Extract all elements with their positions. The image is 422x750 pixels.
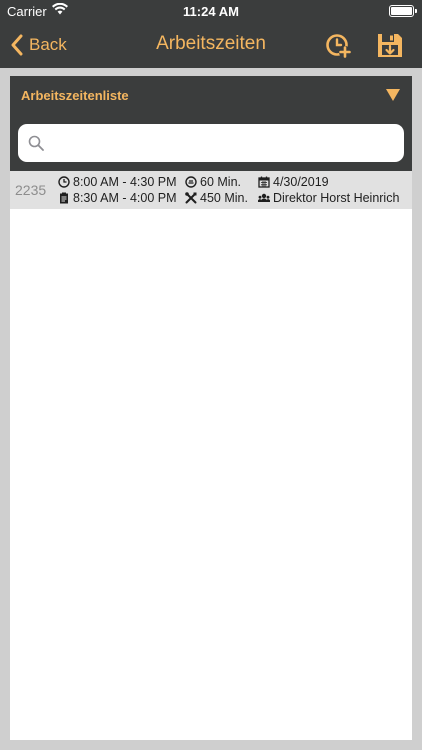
tools-icon bbox=[185, 192, 197, 204]
search-bar bbox=[18, 124, 404, 162]
break-duration: 60 Min. bbox=[200, 175, 241, 189]
users-icon bbox=[258, 193, 270, 202]
break-cell: 60 Min. bbox=[185, 175, 241, 189]
actual-time: 8:30 AM - 4:00 PM bbox=[73, 191, 177, 205]
page-title: Arbeitszeiten bbox=[156, 33, 266, 54]
calendar-icon bbox=[258, 176, 270, 188]
status-bar: Carrier 11:24 AM bbox=[0, 0, 422, 22]
table-row[interactable]: 2235 8:00 AM - 4:30 PM 60 Min. 4/30/2019 bbox=[10, 171, 412, 209]
panel-header: Arbeitszeitenliste bbox=[10, 76, 412, 171]
triangle-down-icon[interactable] bbox=[386, 89, 400, 101]
coffee-clock-icon bbox=[185, 176, 197, 188]
work-minutes-cell: 450 Min. bbox=[185, 191, 248, 205]
add-time-icon[interactable] bbox=[324, 31, 352, 59]
work-minutes: 450 Min. bbox=[200, 191, 248, 205]
person-cell: Direktor Horst Heinrich bbox=[258, 191, 399, 205]
planned-time: 8:00 AM - 4:30 PM bbox=[73, 175, 177, 189]
navigation-bar: Back Arbeitszeiten bbox=[0, 22, 422, 68]
actual-time-cell: 8:30 AM - 4:00 PM bbox=[58, 191, 177, 205]
top-bar: Carrier 11:24 AM Back Arbeitszeiten bbox=[0, 0, 422, 68]
person-name: Direktor Horst Heinrich bbox=[273, 191, 400, 205]
work-date: 4/30/2019 bbox=[273, 175, 329, 189]
save-icon[interactable] bbox=[376, 31, 404, 59]
clock: 11:24 AM bbox=[183, 4, 239, 19]
search-input[interactable] bbox=[50, 124, 404, 162]
search-icon bbox=[28, 135, 44, 151]
planned-time-cell: 8:00 AM - 4:30 PM bbox=[58, 175, 177, 189]
work-times-panel: Arbeitszeitenliste 2235 8:00 AM - 4:30 P… bbox=[10, 76, 412, 740]
entry-id: 2235 bbox=[15, 182, 47, 198]
clock-icon bbox=[58, 176, 70, 188]
panel-title: Arbeitszeitenliste bbox=[21, 88, 129, 103]
battery-icon bbox=[389, 5, 417, 17]
clipboard-icon bbox=[60, 192, 68, 204]
date-cell: 4/30/2019 bbox=[258, 175, 329, 189]
